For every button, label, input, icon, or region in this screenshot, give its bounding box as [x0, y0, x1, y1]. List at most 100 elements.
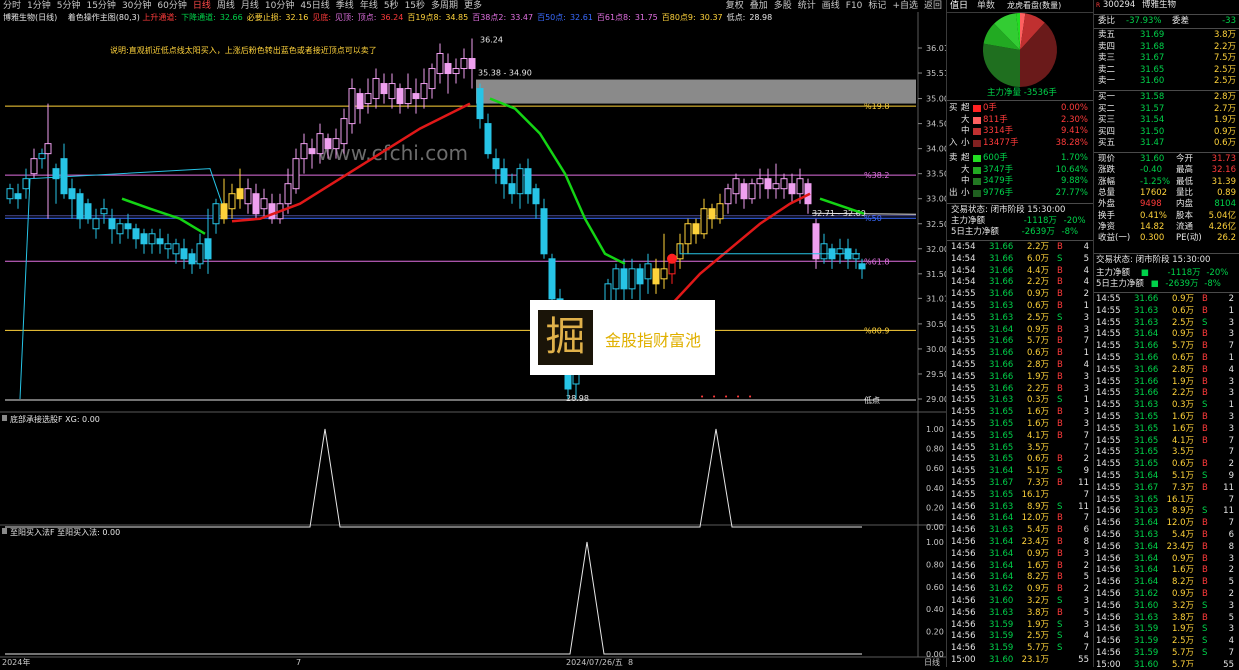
tick-row: 14:55 31.65 1.6万 B 3 — [951, 419, 1089, 429]
legend-item: 下降通道: — [181, 13, 216, 22]
sub2-label: 至阳买入法F 至阳买入法: 0.00 — [10, 527, 120, 537]
tick-row: 14:56 31.64 23.4万 B 8 — [951, 537, 1089, 547]
flow-row: 大 3747手 10.64% — [961, 164, 1088, 175]
legend-item: 百61点8: — [596, 13, 631, 22]
legend-item: 32.16 — [285, 13, 309, 22]
period-tab[interactable]: 30分钟 — [119, 0, 154, 12]
buy-signal-dot — [667, 253, 677, 264]
toolbar-button[interactable]: +自选 — [889, 1, 921, 11]
tick-row: 14:55 31.66 0.6万 B 1 — [951, 348, 1089, 359]
tick-list-left[interactable]: 14:54 31.66 2.2万 B 4 14:54 31.66 6.0万 S 5 14:54 31.… — [951, 242, 1093, 667]
quote-panel: 值日 单数 龙虎看盘(数量) 主力净量 -3536手 买超 0手 0.00% 大 811… — [946, 0, 1239, 667]
ad-logo-char: 掘 — [545, 314, 586, 360]
price-tick: 34.50 — [926, 120, 946, 129]
quote-row: 收益(一) 0.300 PE(动) 26.2 — [1098, 233, 1236, 244]
toolbar-button[interactable]: 统计 — [795, 1, 819, 11]
asks-row[interactable]: 卖二 31.65 2.5万 — [1098, 65, 1238, 76]
period-tab[interactable]: 分时 — [0, 0, 24, 12]
legend-item: 上升通道: — [142, 13, 178, 22]
period-tab[interactable]: 季线 — [333, 0, 357, 12]
period-tab[interactable]: 日线 — [190, 0, 214, 12]
weibi-row: 委比 -37.93% 委差 -33 — [1098, 16, 1236, 26]
legend-item: 见底: — [312, 13, 332, 22]
date-tick: 7 — [296, 658, 301, 667]
period-tab[interactable]: 15秒 — [402, 0, 428, 12]
net-main-row-2: 主力净额 ■ -1118万 -20% — [1096, 268, 1229, 278]
period-tab[interactable]: 多周期 — [428, 0, 461, 12]
toolbar-button[interactable]: 多股 — [771, 1, 795, 11]
price-tick: 30.00 — [926, 345, 946, 354]
quote-table: 现价 31.60 今开 31.73 涨跌 -0.40 最高 32.16 涨幅 -1.25% 最低 31… — [1098, 154, 1238, 244]
legend-item: 30.37 — [699, 13, 723, 22]
quote-row: 外盘 9498 内盘 8104 — [1098, 199, 1236, 210]
toolbar-button[interactable]: F10 — [843, 1, 866, 11]
period-tab[interactable]: 5分钟 — [54, 0, 84, 12]
resistance-box — [476, 79, 916, 104]
pie-caption: 主力净量 -3536手 — [987, 88, 1057, 98]
capital-flow-table: 买超 0手 0.00% 大 811手 2.30% 中 3314手 9.41% 入小 13477手 38… — [947, 103, 1093, 203]
period-tab[interactable]: 月线 — [238, 0, 262, 12]
bid-book: 买一 31.58 2.8万 买二 31.57 2.7万 买三 31.54 1.9万 买四 31.50… — [1098, 92, 1238, 152]
sub1-tick: 0.00 — [926, 523, 944, 532]
tick-row: 14:55 31.66 2.8万 B 4 — [951, 360, 1089, 370]
tick-row: 14:55 31.63 0.3万 S 1 — [951, 395, 1089, 406]
asks-row[interactable]: 卖三 31.67 7.5万 — [1098, 53, 1238, 64]
period-tab[interactable]: 15分钟 — [83, 0, 118, 12]
period-tab[interactable]: 周线 — [214, 0, 238, 12]
flow-swatch — [973, 166, 981, 174]
tick-row: 14:54 31.66 2.2万 B 4 — [951, 242, 1089, 252]
date-tick: 2024/07/26/五 — [566, 658, 623, 667]
bids-row[interactable]: 买三 31.54 1.9万 — [1098, 115, 1238, 126]
toolbar-button[interactable]: 返回 — [921, 1, 945, 11]
quote-row: 换手 0.41% 股本 5.04亿 — [1098, 210, 1236, 221]
asks-row[interactable]: 卖一 31.60 2.5万 — [1098, 76, 1238, 87]
tick-row: 14:56 31.62 0.9万 B 2 — [951, 584, 1089, 595]
period-tab[interactable]: 更多 — [461, 0, 485, 12]
legend-item: 28.98 — [749, 13, 773, 22]
tick-row: 14:55 31.67 7.3万 B 11 — [951, 478, 1089, 488]
toolbar-button[interactable]: 画线 — [819, 1, 843, 11]
period-tab[interactable]: 60分钟 — [154, 0, 189, 12]
flow-row: 出小 9776手 27.77% — [949, 187, 1088, 198]
quote-row: 涨跌 -0.40 最高 32.16 — [1098, 165, 1236, 176]
tick-row: 14:55 31.65 0.6万 B 2 — [1096, 459, 1234, 470]
period-tab[interactable]: 年线 — [357, 0, 381, 12]
tab-zhiri[interactable]: 值日 — [947, 0, 971, 12]
flow-swatch — [973, 139, 981, 147]
price-tick: 33.50 — [926, 170, 946, 179]
sub1-tick: 0.40 — [926, 484, 944, 493]
kline-chart[interactable]: 36.01 35.51 35.00 34.50 34.00 33.50 33.00 32.50… — [0, 12, 949, 667]
legend-item: 34.85 — [445, 13, 469, 22]
main-chart-area[interactable]: 36.01 35.51 35.00 34.50 34.00 33.50 33.00 32.50… — [0, 12, 949, 667]
toolbar-button[interactable]: 复权 — [723, 1, 747, 11]
legend-item: 32.66 — [219, 13, 243, 22]
asks-row[interactable]: 卖五 31.69 3.8万 — [1098, 30, 1238, 41]
fib-label: 低点 — [864, 395, 880, 405]
bids-row[interactable]: 买五 31.47 0.6万 — [1098, 138, 1238, 149]
period-tab[interactable]: 45日线 — [297, 0, 332, 12]
fib-label: %38.2 — [864, 171, 889, 180]
toolbar-button[interactable]: 标记 — [865, 1, 889, 11]
tick-list-right[interactable]: 14:55 31.66 0.9万 B 2 14:55 31.63 0.6万 B 1 14:55 31.… — [1096, 294, 1239, 667]
bids-row[interactable]: 买四 31.50 0.9万 — [1098, 127, 1238, 138]
capital-pie — [983, 13, 1057, 87]
sub1-tick: 0.60 — [926, 464, 944, 473]
toolbar-button[interactable]: 叠加 — [747, 1, 771, 11]
tick-row: 14:55 31.66 1.9万 B 3 — [951, 371, 1089, 382]
asks-row[interactable]: 卖四 31.68 2.2万 — [1098, 42, 1238, 53]
bids-row[interactable]: 买二 31.57 2.7万 — [1098, 104, 1238, 115]
bids-row[interactable]: 买一 31.58 2.8万 — [1098, 92, 1238, 103]
ad-box[interactable]: 掘 金股指财富池 — [530, 300, 715, 375]
period-tab[interactable]: 10分钟 — [262, 0, 297, 12]
net5-row: 5日主力净额 -2639万 -8% — [951, 227, 1079, 237]
price-tick: 36.01 — [926, 44, 946, 53]
tick-row: 14:55 31.63 2.5万 S 3 — [951, 312, 1089, 323]
quote-row: 净资 14.82 流通 4.26亿 — [1098, 221, 1236, 232]
price-tick: 32.50 — [926, 220, 946, 229]
period-tab[interactable]: 5秒 — [381, 0, 402, 12]
tick-row: 14:56 31.59 5.7万 S 7 — [1096, 648, 1234, 658]
ad-text: 金股指财富池 — [605, 331, 702, 350]
date-axis-mode[interactable]: 日线 — [924, 657, 940, 667]
tick-row: 14:56 31.64 12.0万 B 7 — [1096, 518, 1234, 529]
period-tab[interactable]: 1分钟 — [24, 0, 54, 12]
